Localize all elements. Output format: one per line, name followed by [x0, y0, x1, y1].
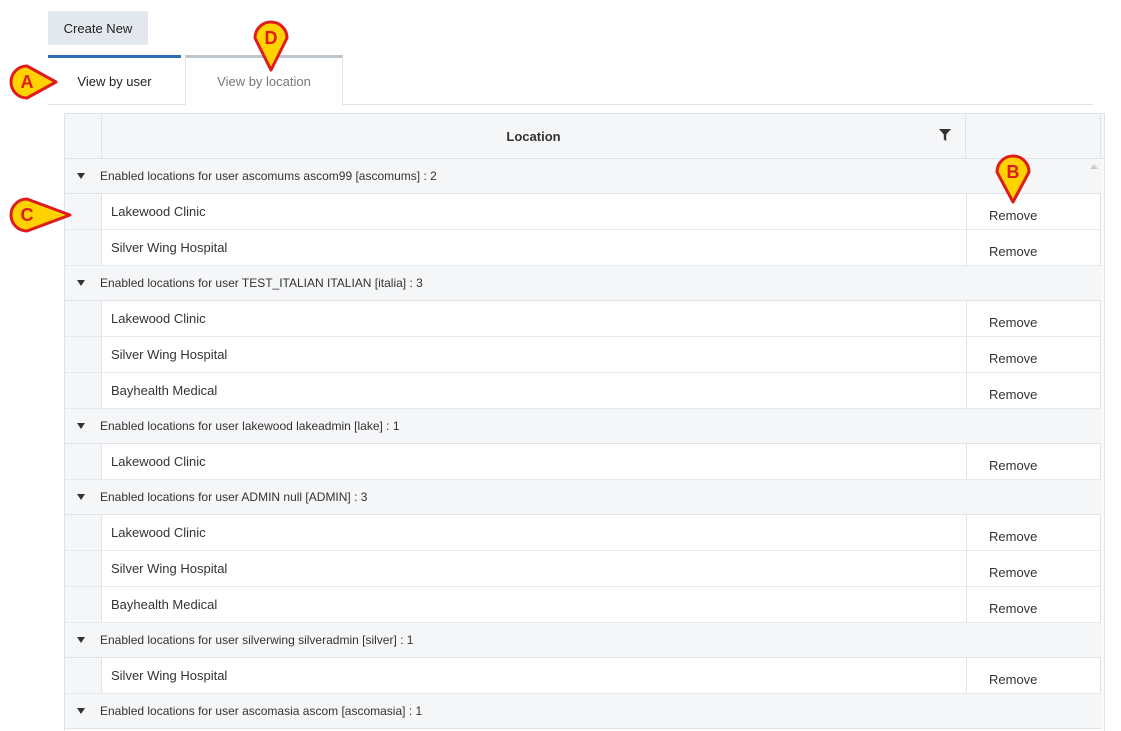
remove-button[interactable]: Remove — [966, 194, 1101, 229]
callout-d-letter: D — [265, 28, 278, 48]
row-indent — [65, 230, 102, 265]
remove-button[interactable]: Remove — [966, 515, 1101, 550]
remove-button[interactable]: Remove — [966, 658, 1101, 693]
row-indent — [65, 515, 102, 550]
table-row[interactable]: Silver Wing Hospital Remove — [65, 337, 1104, 373]
callout-d: D — [253, 20, 289, 72]
location-cell: Silver Wing Hospital — [111, 561, 228, 576]
row-indent — [65, 551, 102, 586]
location-cell: Silver Wing Hospital — [111, 240, 228, 255]
remove-button[interactable]: Remove — [966, 301, 1101, 336]
location-cell: Lakewood Clinic — [111, 311, 206, 326]
callout-b-letter: B — [1007, 162, 1020, 182]
table-row[interactable]: Lakewood Clinic Remove — [65, 301, 1104, 337]
group-row[interactable]: Enabled locations for user silverwing si… — [65, 623, 1104, 658]
group-row[interactable]: Enabled locations for user ascomums asco… — [65, 159, 1104, 194]
tab-view-by-user[interactable]: View by user — [48, 55, 181, 104]
group-row[interactable]: Enabled locations for user ascomasia asc… — [65, 694, 1104, 729]
group-row[interactable]: Enabled locations for user TEST_ITALIAN … — [65, 266, 1104, 301]
column-header-location-label: Location — [506, 128, 561, 144]
caret-down-icon[interactable] — [76, 421, 86, 431]
row-indent — [65, 301, 102, 336]
view-tabs: View by user View by location — [48, 55, 1093, 105]
location-cell: Lakewood Clinic — [111, 454, 206, 469]
row-indent — [65, 337, 102, 372]
group-label: Enabled locations for user ADMIN null [A… — [100, 490, 368, 504]
caret-down-icon[interactable] — [76, 278, 86, 288]
grid-body: Enabled locations for user ascomums asco… — [65, 159, 1104, 729]
locations-grid: Location Enabled locations for user asco… — [64, 113, 1105, 731]
table-row[interactable]: Lakewood Clinic Remove — [65, 194, 1104, 230]
location-cell: Lakewood Clinic — [111, 204, 206, 219]
remove-button[interactable]: Remove — [966, 551, 1101, 586]
group-label: Enabled locations for user ascomasia asc… — [100, 704, 423, 718]
remove-button[interactable]: Remove — [966, 230, 1101, 265]
group-label: Enabled locations for user lakewood lake… — [100, 419, 400, 433]
row-indent — [65, 444, 102, 479]
row-indent — [65, 658, 102, 693]
callout-c-letter: C — [21, 205, 34, 225]
table-row[interactable]: Lakewood Clinic Remove — [65, 515, 1104, 551]
row-indent — [65, 587, 102, 622]
caret-down-icon[interactable] — [76, 171, 86, 181]
group-label: Enabled locations for user ascomums asco… — [100, 169, 437, 183]
group-label: Enabled locations for user TEST_ITALIAN … — [100, 276, 423, 290]
location-cell: Silver Wing Hospital — [111, 668, 228, 683]
location-cell: Bayhealth Medical — [111, 597, 218, 612]
column-header-location[interactable]: Location — [102, 114, 966, 158]
remove-button[interactable]: Remove — [966, 337, 1101, 372]
remove-button[interactable]: Remove — [966, 444, 1101, 479]
table-row[interactable]: Bayhealth Medical Remove — [65, 373, 1104, 409]
callout-c: C — [9, 197, 72, 233]
remove-button[interactable]: Remove — [966, 587, 1101, 622]
callout-a: A — [9, 64, 58, 100]
location-cell: Silver Wing Hospital — [111, 347, 228, 362]
group-label: Enabled locations for user silverwing si… — [100, 633, 414, 647]
header-indent-cell — [65, 114, 102, 158]
table-row[interactable]: Lakewood Clinic Remove — [65, 444, 1104, 480]
filter-icon[interactable] — [939, 129, 951, 141]
group-row[interactable]: Enabled locations for user ADMIN null [A… — [65, 480, 1104, 515]
create-new-button[interactable]: Create New — [48, 11, 148, 45]
table-row[interactable]: Silver Wing Hospital Remove — [65, 658, 1104, 694]
grid-header: Location — [65, 114, 1104, 159]
scroll-up-arrow-icon[interactable] — [1090, 164, 1098, 169]
remove-button[interactable]: Remove — [966, 373, 1101, 408]
caret-down-icon[interactable] — [76, 635, 86, 645]
location-cell: Lakewood Clinic — [111, 525, 206, 540]
location-cell: Bayhealth Medical — [111, 383, 218, 398]
table-row[interactable]: Bayhealth Medical Remove — [65, 587, 1104, 623]
vertical-scrollbar[interactable] — [1101, 159, 1104, 731]
caret-down-icon[interactable] — [76, 492, 86, 502]
group-row[interactable]: Enabled locations for user lakewood lake… — [65, 409, 1104, 444]
column-header-action — [966, 114, 1101, 158]
callout-a-letter: A — [21, 72, 34, 92]
table-row[interactable]: Silver Wing Hospital Remove — [65, 230, 1104, 266]
table-row[interactable]: Silver Wing Hospital Remove — [65, 551, 1104, 587]
row-indent — [65, 373, 102, 408]
caret-down-icon[interactable] — [76, 706, 86, 716]
callout-b: B — [995, 154, 1031, 204]
